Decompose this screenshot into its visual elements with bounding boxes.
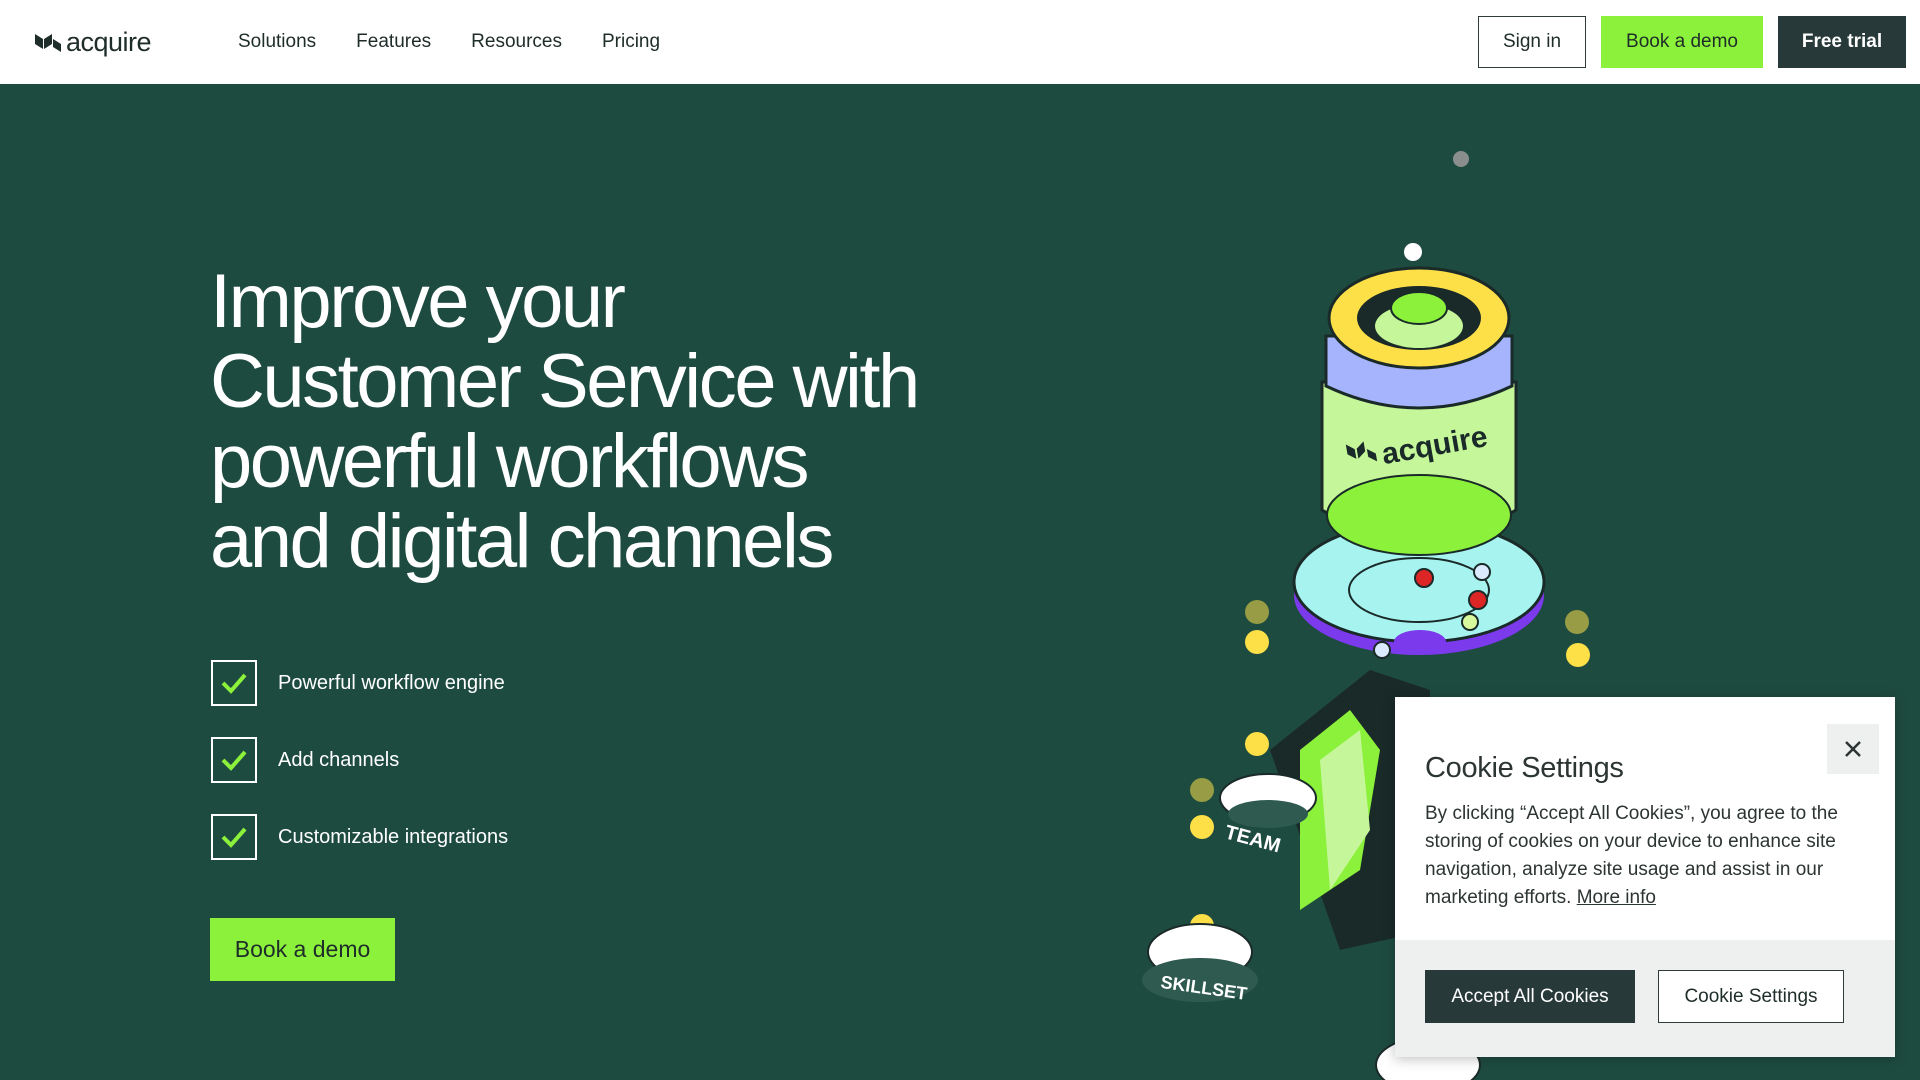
hero-title-line-1: Improve your <box>210 259 626 344</box>
hero-title-line-2: Customer Service with <box>210 339 920 424</box>
sign-in-button[interactable]: Sign in <box>1478 16 1586 68</box>
main-nav: Solutions Features Resources Pricing <box>238 0 700 84</box>
cookie-description: By clicking “Accept All Cookies”, you ag… <box>1425 800 1875 912</box>
cookie-title: Cookie Settings <box>1425 752 1624 784</box>
acquire-logo-icon <box>35 34 61 52</box>
nav-solutions[interactable]: Solutions <box>238 31 316 53</box>
book-demo-hero-button[interactable]: Book a demo <box>210 918 395 981</box>
feature-label: Add channels <box>278 748 400 771</box>
feature-label: Customizable integrations <box>278 825 509 848</box>
close-icon <box>1845 741 1861 757</box>
hero-title: Improve your Customer Service with power… <box>210 262 1010 582</box>
feature-item: Customizable integrations <box>211 814 508 860</box>
free-trial-button[interactable]: Free trial <box>1778 16 1906 68</box>
book-demo-header-button[interactable]: Book a demo <box>1601 16 1763 68</box>
header-actions: Sign in Book a demo Free trial <box>1478 16 1906 68</box>
more-info-link[interactable]: More info <box>1577 887 1656 908</box>
site-header: acquire Solutions Features Resources Pri… <box>0 0 1920 84</box>
accept-all-cookies-button[interactable]: Accept All Cookies <box>1425 970 1635 1023</box>
feature-list: Powerful workflow engine Add channels Cu… <box>211 660 508 891</box>
check-icon <box>211 737 257 783</box>
cookie-settings-panel: Cookie Settings By clicking “Accept All … <box>1395 697 1895 1057</box>
close-button[interactable] <box>1827 724 1879 774</box>
hero-title-line-3: powerful workflows <box>210 419 810 504</box>
hero-title-line-4: and digital channels <box>210 499 834 584</box>
logo-text: acquire <box>66 26 152 57</box>
feature-label: Powerful workflow engine <box>278 671 505 694</box>
nav-pricing[interactable]: Pricing <box>602 31 660 53</box>
check-icon <box>211 660 257 706</box>
nav-features[interactable]: Features <box>356 31 431 53</box>
feature-item: Add channels <box>211 737 508 783</box>
feature-item: Powerful workflow engine <box>211 660 508 706</box>
cookie-settings-button[interactable]: Cookie Settings <box>1658 970 1844 1023</box>
check-icon <box>211 814 257 860</box>
cookie-footer: Accept All Cookies Cookie Settings <box>1395 940 1895 1057</box>
logo[interactable]: acquire <box>34 26 152 58</box>
nav-resources[interactable]: Resources <box>471 31 562 53</box>
